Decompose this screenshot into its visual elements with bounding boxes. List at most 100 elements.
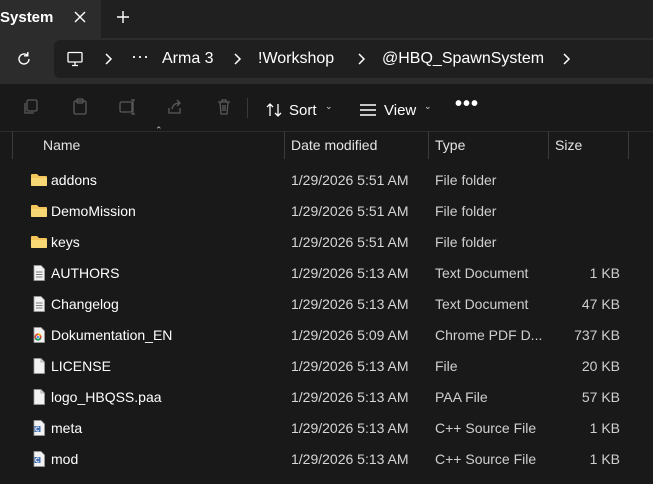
copy-icon[interactable] <box>21 97 41 117</box>
file-type: File folder <box>435 172 497 188</box>
column-resize-handle[interactable] <box>284 131 285 159</box>
blank-file-icon <box>33 358 45 374</box>
tab-title: System <box>0 9 54 26</box>
file-type: Text Document <box>435 296 529 312</box>
breadcrumb-workshop[interactable]: !Workshop <box>258 50 334 68</box>
chevron-right-icon[interactable] <box>355 52 367 66</box>
file-date-modified: 1/29/2026 5:09 AM <box>291 327 409 343</box>
sort-ascending-icon: ⌃ <box>155 125 163 135</box>
file-name: AUTHORS <box>51 265 120 281</box>
breadcrumb-hbq-spawnsystem[interactable]: @HBQ_SpawnSystem <box>382 50 544 68</box>
chevron-right-icon[interactable] <box>560 52 572 66</box>
file-type: PAA File <box>435 389 488 405</box>
computer-icon[interactable] <box>66 50 84 68</box>
text-file-icon <box>33 265 45 281</box>
file-name: LICENSE <box>51 358 111 374</box>
folder-icon <box>31 174 47 186</box>
file-name: mod <box>51 451 79 467</box>
file-size: 1 KB <box>589 451 620 467</box>
column-divider <box>12 131 13 159</box>
column-header-row: ⌃ Name Date modified Type Size <box>0 125 653 161</box>
file-type: Chrome PDF D... <box>435 327 543 343</box>
rename-icon[interactable] <box>117 97 137 117</box>
sort-button[interactable]: Sort ⌄ <box>262 84 342 131</box>
file-type: File folder <box>435 234 497 250</box>
file-date-modified: 1/29/2026 5:51 AM <box>291 172 409 188</box>
file-size: 1 KB <box>589 265 620 281</box>
column-resize-handle[interactable] <box>628 131 629 159</box>
view-button[interactable]: View ⌄ <box>357 84 437 131</box>
file-date-modified: 1/29/2026 5:51 AM <box>291 203 409 219</box>
file-date-modified: 1/29/2026 5:13 AM <box>291 420 409 436</box>
file-date-modified: 1/29/2026 5:13 AM <box>291 389 409 405</box>
cpp-file-icon <box>33 420 45 436</box>
file-date-modified: 1/29/2026 5:13 AM <box>291 296 409 312</box>
close-icon[interactable] <box>70 7 90 27</box>
chevron-down-icon: ⌄ <box>325 101 333 111</box>
file-type: C++ Source File <box>435 420 537 436</box>
file-type: File folder <box>435 203 497 219</box>
column-header-date[interactable]: Date modified <box>291 137 377 153</box>
share-icon[interactable] <box>165 97 185 117</box>
file-row[interactable]: keys 1/29/2026 5:51 AM File folder <box>0 227 653 258</box>
more-options-button[interactable]: ••• <box>455 93 479 116</box>
toolbar-divider <box>247 98 248 118</box>
file-row[interactable]: DemoMission 1/29/2026 5:51 AM File folder <box>0 196 653 227</box>
file-size: 1 KB <box>589 420 620 436</box>
file-size: 57 KB <box>581 389 620 405</box>
file-list: addons 1/29/2026 5:51 AM File folder DemoMi… <box>0 165 653 475</box>
file-date-modified: 1/29/2026 5:13 AM <box>291 265 409 281</box>
file-row[interactable]: logo_HBQSS.paa 1/29/2026 5:13 AM PAA File 5… <box>0 382 653 413</box>
file-date-modified: 1/29/2026 5:51 AM <box>291 234 409 250</box>
file-name: Changelog <box>51 296 119 312</box>
file-name: DemoMission <box>51 203 136 219</box>
file-name: meta <box>51 420 83 436</box>
file-name: logo_HBQSS.paa <box>51 389 162 405</box>
file-size: 47 KB <box>581 296 620 312</box>
file-date-modified: 1/29/2026 5:13 AM <box>291 358 409 374</box>
file-row[interactable]: meta 1/29/2026 5:13 AM C++ Source File 1 KB <box>0 413 653 444</box>
command-bar: Sort ⌄ View ⌄ ••• <box>0 84 653 132</box>
file-size: 20 KB <box>581 358 620 374</box>
delete-icon[interactable] <box>214 97 234 117</box>
chevron-right-icon[interactable] <box>102 52 114 66</box>
chevron-right-icon[interactable] <box>231 52 243 66</box>
address-bar[interactable]: ··· Arma 3 !Workshop @HBQ_SpawnSystem <box>54 40 653 78</box>
column-header-type[interactable]: Type <box>435 137 465 153</box>
breadcrumb-arma3[interactable]: Arma 3 <box>162 50 214 68</box>
file-row[interactable]: Dokumentation_EN 1/29/2026 5:09 AM Chrome … <box>0 320 653 351</box>
file-type: File <box>435 358 458 374</box>
refresh-icon[interactable] <box>14 49 34 69</box>
chrome-pdf-icon <box>33 327 45 343</box>
file-type: Text Document <box>435 265 529 281</box>
file-row[interactable]: mod 1/29/2026 5:13 AM C++ Source File 1 KB <box>0 444 653 475</box>
column-header-name[interactable]: Name <box>43 137 80 153</box>
address-row: ··· Arma 3 !Workshop @HBQ_SpawnSystem <box>0 38 653 84</box>
text-file-icon <box>33 296 45 312</box>
active-tab[interactable]: System <box>0 0 101 38</box>
column-header-size[interactable]: Size <box>555 137 582 153</box>
column-resize-handle[interactable] <box>428 131 429 159</box>
sort-icon <box>266 103 282 117</box>
file-name: Dokumentation_EN <box>51 327 173 343</box>
chevron-down-icon: ⌄ <box>424 101 432 111</box>
sort-label: Sort <box>289 102 317 119</box>
file-size: 737 KB <box>574 327 620 343</box>
view-list-icon <box>360 104 376 116</box>
paste-icon[interactable] <box>70 97 90 117</box>
file-name: keys <box>51 234 80 250</box>
new-tab-icon[interactable] <box>113 7 133 27</box>
folder-icon <box>31 236 47 248</box>
tab-bar: System <box>0 0 653 38</box>
cpp-file-icon <box>33 451 45 467</box>
file-row[interactable]: addons 1/29/2026 5:51 AM File folder <box>0 165 653 196</box>
column-resize-handle[interactable] <box>548 131 549 159</box>
file-row[interactable]: LICENSE 1/29/2026 5:13 AM File 20 KB <box>0 351 653 382</box>
file-row[interactable]: Changelog 1/29/2026 5:13 AM Text Document 4… <box>0 289 653 320</box>
folder-icon <box>31 205 47 217</box>
file-type: C++ Source File <box>435 451 537 467</box>
file-row[interactable]: AUTHORS 1/29/2026 5:13 AM Text Document 1 K… <box>0 258 653 289</box>
file-date-modified: 1/29/2026 5:13 AM <box>291 451 409 467</box>
blank-file-icon <box>33 389 45 405</box>
breadcrumb-overflow[interactable]: ··· <box>131 46 149 67</box>
